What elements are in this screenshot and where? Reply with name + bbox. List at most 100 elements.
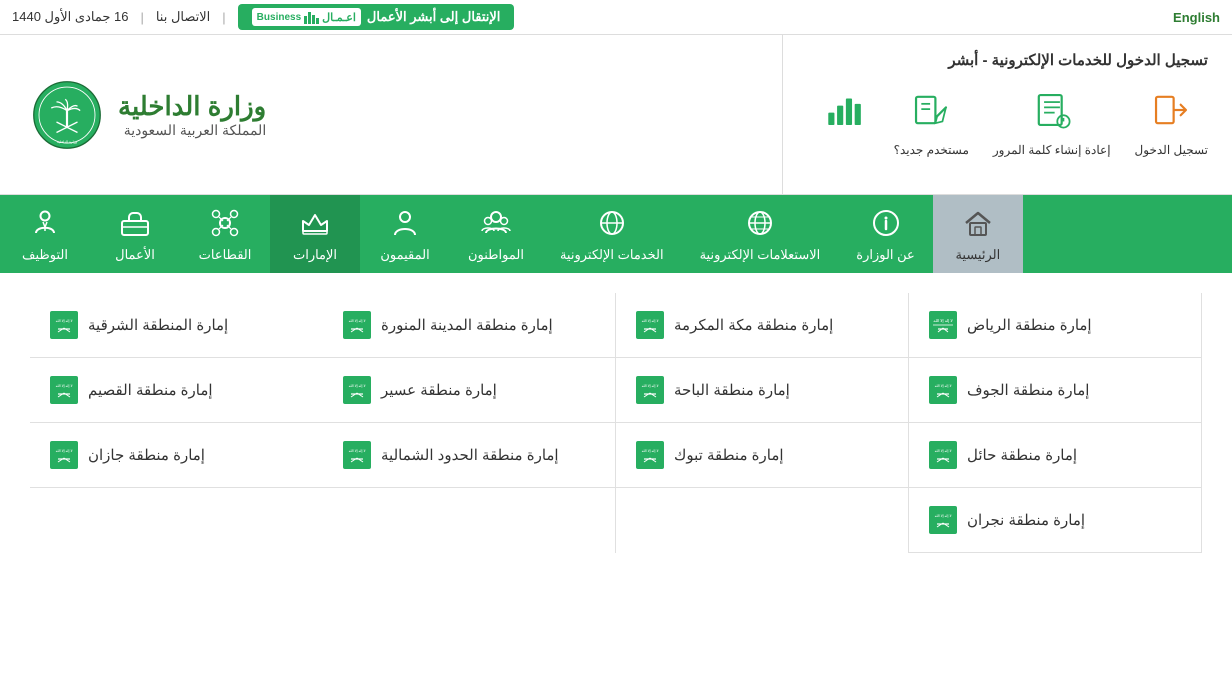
newuser-icon [906, 85, 956, 135]
login-option-reset[interactable]: إعادة إنشاء كلمة المرور [993, 85, 1111, 157]
top-bar-left: English [1173, 10, 1220, 25]
region-item-eastern[interactable]: إمارة المنطقة الشرقية لا إله إلا الله [30, 293, 323, 358]
nav-item-about[interactable]: عن الوزارة [838, 195, 933, 273]
nav-business-label: الأعمال [115, 247, 155, 263]
header-login: تسجيل الدخول للخدمات الإلكترونية - أبشر … [782, 35, 1232, 194]
region-item-hail[interactable]: إمارة منطقة حائل لا إله إلا الله [909, 423, 1202, 488]
reset-label: إعادة إنشاء كلمة المرور [993, 143, 1111, 157]
region-baha-label: إمارة منطقة الباحة [674, 381, 790, 399]
sa-flag-icon-13: لا إله إلا الله [929, 506, 957, 534]
regions-grid: إمارة منطقة الرياض لا إله إلا الله إمارة… [30, 293, 1202, 553]
region-item-northern[interactable]: إمارة منطقة الحدود الشمالية لا إله إلا ا… [323, 423, 616, 488]
nav-item-sectors[interactable]: القطاعات [180, 195, 270, 273]
divider-2: | [140, 10, 143, 25]
region-eastern-label: إمارة المنطقة الشرقية [88, 316, 228, 334]
nav-residents-label: المقيمون [380, 247, 429, 263]
region-item-medina[interactable]: إمارة منطقة المدينة المنورة لا إله إلا ا… [323, 293, 616, 358]
region-aseer-label: إمارة منطقة عسير [381, 381, 497, 399]
svg-text:وزارة الداخلية: وزارة الداخلية [57, 139, 77, 144]
region-item-baha[interactable]: إمارة منطقة الباحة لا إله إلا الله [616, 358, 909, 423]
login-options: تسجيل الدخول إعادة إنشاء كلمة المرور [807, 85, 1208, 157]
nav-home-label: الرئيسية [955, 247, 1000, 263]
sa-flag-icon-7: لا إله إلا الله [343, 376, 371, 404]
login-option-chart [820, 85, 870, 157]
top-bar: English الإنتقال إلى أبشر الأعمال اعـمـا… [0, 0, 1232, 35]
date-text: 16 جمادى الأول 1440 [12, 9, 128, 25]
nav-item-home[interactable]: الرئيسية [933, 195, 1023, 273]
region-item-jazan[interactable]: إمارة منطقة جازان لا إله إلا الله [30, 423, 323, 488]
main-content: إمارة منطقة الرياض لا إله إلا الله إمارة… [0, 273, 1232, 573]
divider-1: | [222, 10, 225, 25]
region-jazan-label: إمارة منطقة جازان [88, 446, 205, 464]
sa-flag-icon-10: لا إله إلا الله [636, 441, 664, 469]
logo-title: وزارة الداخلية [118, 91, 266, 122]
region-najran-label: إمارة منطقة نجران [967, 511, 1085, 529]
signin-icon [1146, 85, 1196, 135]
residents-icon [387, 205, 423, 241]
top-bar-right: الإنتقال إلى أبشر الأعمال اعـمـال Busine… [12, 4, 514, 30]
nav-item-business[interactable]: الأعمال [90, 195, 180, 273]
logo-container: وزارة الداخلية المملكة العربية السعودية … [32, 80, 266, 150]
chart-bars-icon [820, 85, 870, 135]
region-northern-label: إمارة منطقة الحدود الشمالية [381, 446, 559, 464]
sa-flag-icon-9: لا إله إلا الله [929, 441, 957, 469]
nav-sectors-label: القطاعات [199, 247, 252, 263]
sa-flag-icon-6: لا إله إلا الله [636, 376, 664, 404]
business-sub-label: Business [257, 12, 301, 23]
nav-item-emirates[interactable]: الإمارات [270, 195, 360, 273]
about-icon [868, 205, 904, 241]
sa-flag-icon-5: لا إله إلا الله [929, 376, 957, 404]
sa-flag-icon-8: لا إله إلا الله [50, 376, 78, 404]
contact-link[interactable]: الاتصال بنا [156, 9, 210, 25]
region-item-riyadh[interactable]: إمارة منطقة الرياض لا إله إلا الله [909, 293, 1202, 358]
region-jouf-label: إمارة منطقة الجوف [967, 381, 1089, 399]
logo-text: وزارة الداخلية المملكة العربية السعودية [118, 91, 266, 139]
business-badge: اعـمـال Business [252, 8, 361, 26]
emirates-icon [297, 205, 333, 241]
absher-business-btn[interactable]: الإنتقال إلى أبشر الأعمال اعـمـال Busine… [238, 4, 515, 30]
nav-emirates-label: الإمارات [293, 247, 337, 263]
nav-item-citizens[interactable]: المواطنون [450, 195, 542, 273]
signin-label: تسجيل الدخول [1135, 143, 1208, 157]
nav-item-inquiries[interactable]: الاستعلامات الإلكترونية [682, 195, 839, 273]
nav-item-employment[interactable]: التوظيف [0, 195, 90, 273]
nav-employment-label: التوظيف [22, 247, 68, 263]
nav-bar: الرئيسية عن الوزارة الاستعلامات الإلكترو… [0, 195, 1232, 273]
sa-flag-icon: لا إله إلا الله [929, 311, 957, 339]
newuser-label: مستخدم جديد؟ [894, 143, 969, 157]
citizens-icon [478, 205, 514, 241]
sa-flag-icon-12: لا إله إلا الله [50, 441, 78, 469]
nav-inquiries-label: الاستعلامات الإلكترونية [700, 247, 821, 263]
english-link[interactable]: English [1173, 10, 1220, 25]
region-hail-label: إمارة منطقة حائل [967, 446, 1077, 464]
ministry-emblem: وزارة الداخلية [32, 80, 102, 150]
reset-icon [1027, 85, 1077, 135]
login-option-new[interactable]: مستخدم جديد؟ [894, 85, 969, 157]
sa-flag-icon-2: لا إله إلا الله [636, 311, 664, 339]
nav-about-label: عن الوزارة [856, 247, 915, 263]
region-item-tabuk[interactable]: إمارة منطقة تبوك لا إله إلا الله [616, 423, 909, 488]
header: تسجيل الدخول للخدمات الإلكترونية - أبشر … [0, 35, 1232, 195]
nav-item-residents[interactable]: المقيمون [360, 195, 450, 273]
region-empty-1 [616, 488, 909, 553]
home-icon [960, 205, 996, 241]
nav-item-services[interactable]: الخدمات الإلكترونية [542, 195, 682, 273]
region-empty-3 [30, 488, 323, 553]
sa-flag-icon-4: لا إله إلا الله [50, 311, 78, 339]
region-item-qasim[interactable]: إمارة منطقة القصيم لا إله إلا الله [30, 358, 323, 423]
absher-btn-label: الإنتقال إلى أبشر الأعمال [367, 9, 501, 25]
bar-chart-icon [304, 10, 319, 24]
sa-flag-icon-3: لا إله إلا الله [343, 311, 371, 339]
login-option-signin[interactable]: تسجيل الدخول [1135, 85, 1208, 157]
region-item-najran[interactable]: إمارة منطقة نجران لا إله إلا الله [909, 488, 1202, 553]
services-icon [594, 205, 630, 241]
header-logo: وزارة الداخلية المملكة العربية السعودية … [0, 35, 782, 194]
region-riyadh-label: إمارة منطقة الرياض [967, 316, 1092, 334]
login-title: تسجيل الدخول للخدمات الإلكترونية - أبشر [807, 51, 1208, 69]
business-nav-icon [117, 205, 153, 241]
region-medina-label: إمارة منطقة المدينة المنورة [381, 316, 553, 334]
region-item-mecca[interactable]: إمارة منطقة مكة المكرمة لا إله إلا الله [616, 293, 909, 358]
region-mecca-label: إمارة منطقة مكة المكرمة [674, 316, 833, 334]
region-item-aseer[interactable]: إمارة منطقة عسير لا إله إلا الله [323, 358, 616, 423]
region-item-jouf[interactable]: إمارة منطقة الجوف لا إله إلا الله [909, 358, 1202, 423]
